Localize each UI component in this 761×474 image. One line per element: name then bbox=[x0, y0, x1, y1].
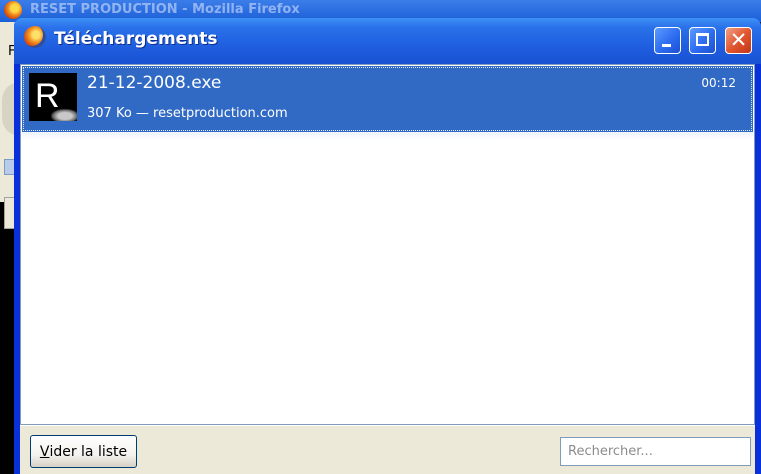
minimize-icon bbox=[662, 44, 671, 47]
minimize-button[interactable] bbox=[654, 27, 681, 54]
bottom-bar: Vider la liste bbox=[20, 425, 755, 474]
firefox-icon bbox=[24, 26, 46, 48]
clear-list-label: ider la liste bbox=[49, 443, 128, 460]
clear-list-button[interactable]: Vider la liste bbox=[30, 435, 137, 468]
maximize-icon bbox=[696, 33, 709, 46]
downloads-list[interactable]: R 21-12-2008.exe 307 Ko — resetproductio… bbox=[20, 64, 755, 425]
download-time: 00:12 bbox=[701, 76, 736, 90]
file-icon-smudge bbox=[51, 109, 77, 121]
download-file-name: 21-12-2008.exe bbox=[87, 73, 222, 93]
row-separator bbox=[22, 132, 753, 140]
downloads-window: Téléchargements ✕ R 21-12-2008.exe 307 K… bbox=[14, 18, 761, 474]
clear-list-accelerator: V bbox=[39, 443, 50, 460]
close-icon: ✕ bbox=[729, 28, 748, 52]
close-button[interactable]: ✕ bbox=[725, 27, 752, 54]
download-file-info: 307 Ko — resetproduction.com bbox=[87, 106, 288, 121]
window-client-area: R 21-12-2008.exe 307 Ko — resetproductio… bbox=[20, 64, 755, 474]
file-icon: R bbox=[29, 73, 77, 121]
title-bar[interactable]: Téléchargements ✕ bbox=[14, 18, 761, 64]
search-input[interactable] bbox=[560, 437, 751, 466]
maximize-button[interactable] bbox=[689, 27, 716, 54]
firefox-icon bbox=[4, 1, 22, 19]
background-window-title: RESET PRODUCTION - Mozilla Firefox bbox=[30, 2, 300, 17]
download-item[interactable]: R 21-12-2008.exe 307 Ko — resetproductio… bbox=[22, 66, 753, 132]
window-title: Téléchargements bbox=[54, 29, 218, 49]
